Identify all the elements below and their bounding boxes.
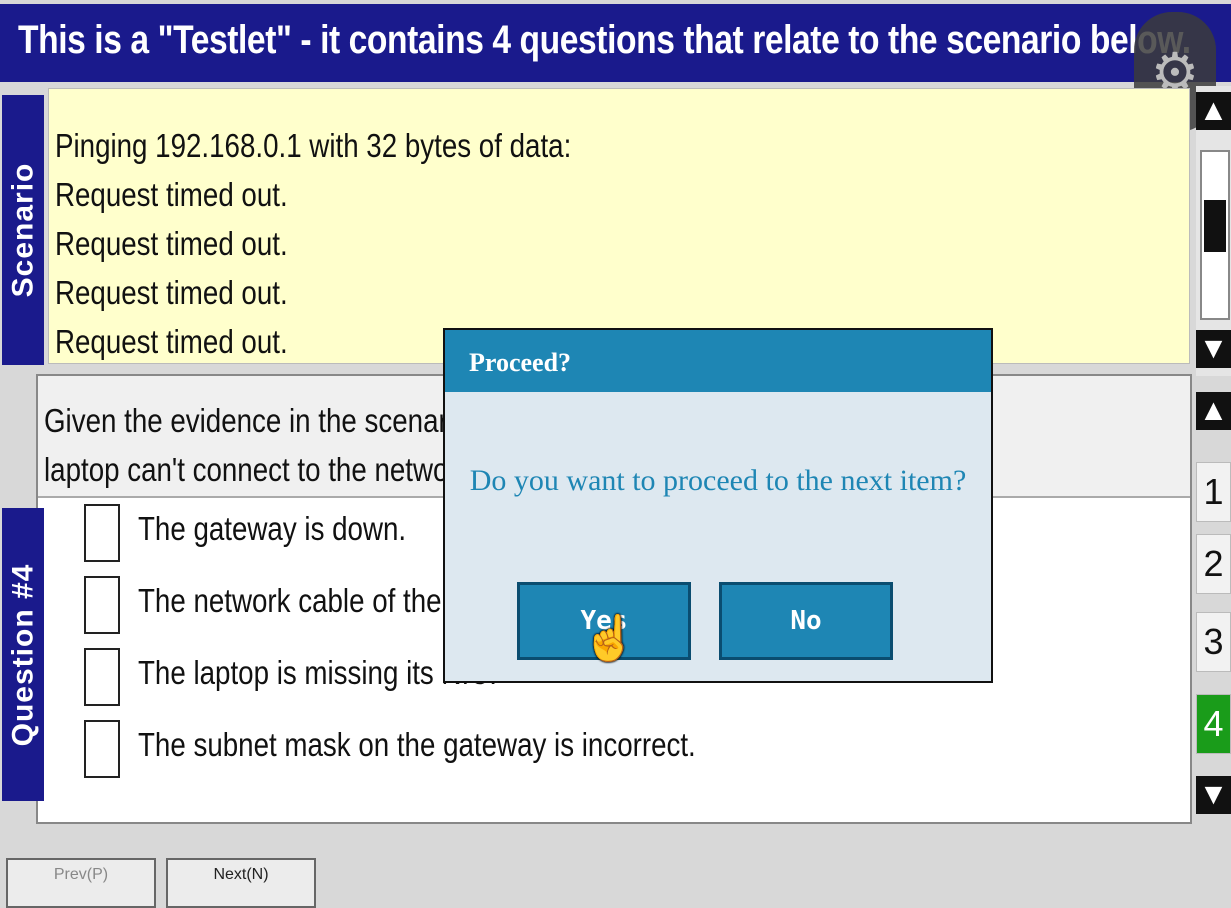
- question-tab-label: Question #4: [6, 563, 39, 746]
- page-title: This is a "Testlet" - it contains 4 ques…: [18, 18, 1191, 62]
- scenario-line: Request timed out.: [55, 274, 288, 311]
- scenario-line: Request timed out.: [55, 176, 288, 213]
- scenario-tab-label: Scenario: [6, 162, 40, 298]
- scroll-down-icon[interactable]: ▼: [1196, 330, 1231, 368]
- scenario-tab: Scenario: [2, 95, 44, 365]
- proceed-dialog: Proceed? Do you want to proceed to the n…: [443, 328, 993, 683]
- checkbox[interactable]: [84, 720, 120, 778]
- scroll-up-icon[interactable]: ▲: [1196, 92, 1231, 130]
- checkbox[interactable]: [84, 504, 120, 562]
- hand-cursor-icon: ☝: [582, 614, 637, 663]
- scroll-thumb[interactable]: [1200, 150, 1230, 320]
- nav-down-icon[interactable]: ▼: [1196, 776, 1231, 814]
- question-tab: Question #4: [2, 508, 44, 801]
- checkbox[interactable]: [84, 576, 120, 634]
- nav-up-icon[interactable]: ▲: [1196, 392, 1231, 430]
- scenario-line: Request timed out.: [55, 225, 288, 262]
- scenario-line: Pinging 192.168.0.1 with 32 bytes of dat…: [55, 127, 572, 164]
- next-button[interactable]: Next(N): [166, 858, 316, 908]
- dialog-message: Do you want to proceed to the next item?: [469, 464, 967, 497]
- prev-button[interactable]: Prev(P): [6, 858, 156, 908]
- scenario-panel: Pinging 192.168.0.1 with 32 bytes of dat…: [48, 88, 1190, 364]
- question-nav-1[interactable]: 1: [1196, 462, 1231, 522]
- dialog-title: Proceed?: [445, 330, 991, 392]
- question-nav-3[interactable]: 3: [1196, 612, 1231, 672]
- checkbox[interactable]: [84, 648, 120, 706]
- header-bar: This is a "Testlet" - it contains 4 ques…: [0, 4, 1231, 82]
- question-nav-2[interactable]: 2: [1196, 534, 1231, 594]
- answer-label: The gateway is down.: [138, 510, 407, 547]
- no-button[interactable]: No: [719, 582, 893, 660]
- question-nav-4[interactable]: 4: [1196, 694, 1231, 754]
- answer-label: The subnet mask on the gateway is incorr…: [138, 726, 696, 763]
